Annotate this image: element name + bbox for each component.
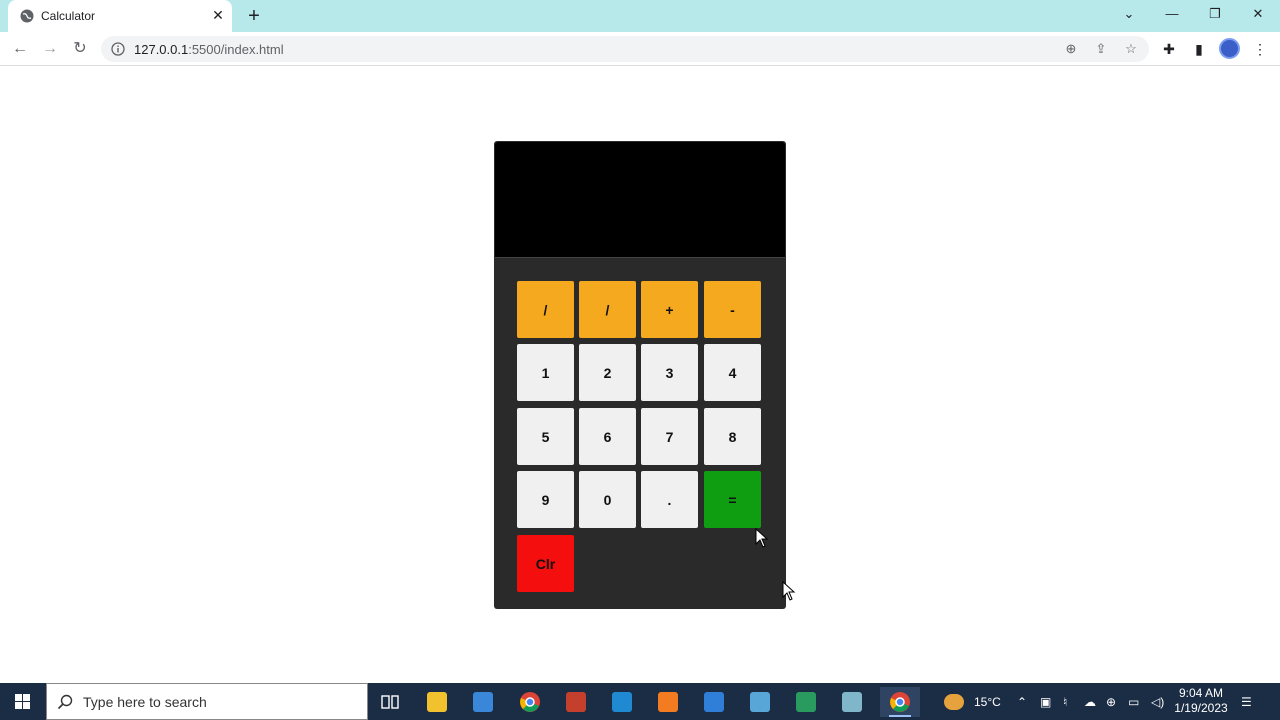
key-6[interactable]: 6 [579,408,636,465]
tab-title: Calculator [41,9,96,23]
key-4[interactable]: 4 [704,344,761,401]
xampp-icon[interactable] [653,687,683,717]
notifications-icon[interactable]: ☰ [1241,683,1257,720]
volume-icon[interactable]: ◁) [1151,683,1167,720]
microphone-icon[interactable]: ♮ [1063,683,1077,720]
menu-icon[interactable]: ⋮ [1251,40,1269,58]
key-subtract[interactable]: - [704,281,761,338]
back-button[interactable]: ← [9,38,31,60]
powerpoint-icon[interactable] [561,687,591,717]
profile-avatar[interactable] [1219,38,1240,59]
share-icon[interactable]: ⇪ [1093,41,1109,57]
new-tab-button[interactable]: + [244,6,264,26]
calculator-display [495,142,785,258]
zoom-icon[interactable]: ⊕ [1063,41,1079,57]
key-decimal[interactable]: . [641,471,698,528]
weather-temp: 15°C [974,694,1001,709]
globe-icon [20,9,34,23]
key-1[interactable]: 1 [517,344,574,401]
store-icon[interactable] [468,687,498,717]
tab-calculator[interactable]: Calculator ✕ [8,0,232,32]
url-text: 127.0.0.1:5500/index.html [134,42,284,57]
key-add[interactable]: + [641,281,698,338]
windows-start-icon[interactable] [0,683,46,720]
battery-icon[interactable]: ▭ [1128,683,1144,720]
address-bar[interactable]: 127.0.0.1:5500/index.html ⊕ ⇪ ☆ [101,36,1149,62]
app-icon-10[interactable] [837,687,867,717]
key-divide[interactable]: / [517,281,574,338]
search-icon [57,694,73,710]
task-view-icon[interactable] [375,687,405,717]
weather-widget[interactable]: 15°C [944,683,1001,720]
browser-toolbar: ← → ↻ 127.0.0.1:5500/index.html ⊕ ⇪ ☆ ✚ … [0,32,1280,66]
clock-date: 1/19/2023 [1174,701,1228,715]
bookmark-star-icon[interactable]: ☆ [1123,41,1139,57]
info-icon[interactable] [111,42,125,56]
key-divide-2[interactable]: / [579,281,636,338]
minimize-button[interactable]: — [1160,4,1184,24]
key-3[interactable]: 3 [641,344,698,401]
app-icon-8[interactable] [745,687,775,717]
mail-icon[interactable] [699,687,729,717]
tab-close-icon[interactable]: ✕ [211,8,225,22]
browser-titlebar: Calculator ✕ + ⌄ — ❐ ✕ [0,0,1280,32]
taskbar: Type here to search 15°C ⌃ ▣ ♮ ☁ ⊕ ▭ ◁) … [0,683,1280,720]
restore-button[interactable]: ❐ [1203,4,1227,24]
network-icon[interactable]: ⊕ [1106,683,1122,720]
file-explorer-icon[interactable] [422,687,452,717]
tab-search-chevron-icon[interactable]: ⌄ [1117,4,1141,24]
meet-now-icon[interactable]: ▣ [1040,683,1054,720]
key-7[interactable]: 7 [641,408,698,465]
mouse-cursor-icon [755,528,769,548]
mouse-cursor-trail-icon [782,581,796,601]
side-panel-icon[interactable]: ▮ [1190,40,1208,58]
key-0[interactable]: 0 [579,471,636,528]
clock[interactable]: 9:04 AM 1/19/2023 [1172,686,1230,716]
weather-icon [944,693,964,710]
key-9[interactable]: 9 [517,471,574,528]
taskbar-search-box[interactable]: Type here to search [46,683,368,720]
key-5[interactable]: 5 [517,408,574,465]
onedrive-icon[interactable]: ☁ [1084,683,1100,720]
vscode-icon[interactable] [607,687,637,717]
key-2[interactable]: 2 [579,344,636,401]
calculator: / / + - 1 2 3 4 5 6 7 8 9 0 . = Clr [494,141,786,609]
active-indicator [889,715,911,717]
key-clear[interactable]: Clr [517,535,574,592]
chrome-icon[interactable] [515,687,545,717]
key-8[interactable]: 8 [704,408,761,465]
search-placeholder: Type here to search [83,694,207,710]
reload-button[interactable]: ↻ [69,38,91,60]
clock-time: 9:04 AM [1178,686,1224,700]
key-equals[interactable]: = [704,471,761,528]
chevron-up-icon[interactable]: ⌃ [1017,683,1031,720]
extensions-icon[interactable]: ✚ [1160,40,1178,58]
forward-button[interactable]: → [39,38,61,60]
close-window-button[interactable]: ✕ [1246,4,1270,24]
chrome-active-icon[interactable] [880,687,920,717]
app-icon-9[interactable] [791,687,821,717]
